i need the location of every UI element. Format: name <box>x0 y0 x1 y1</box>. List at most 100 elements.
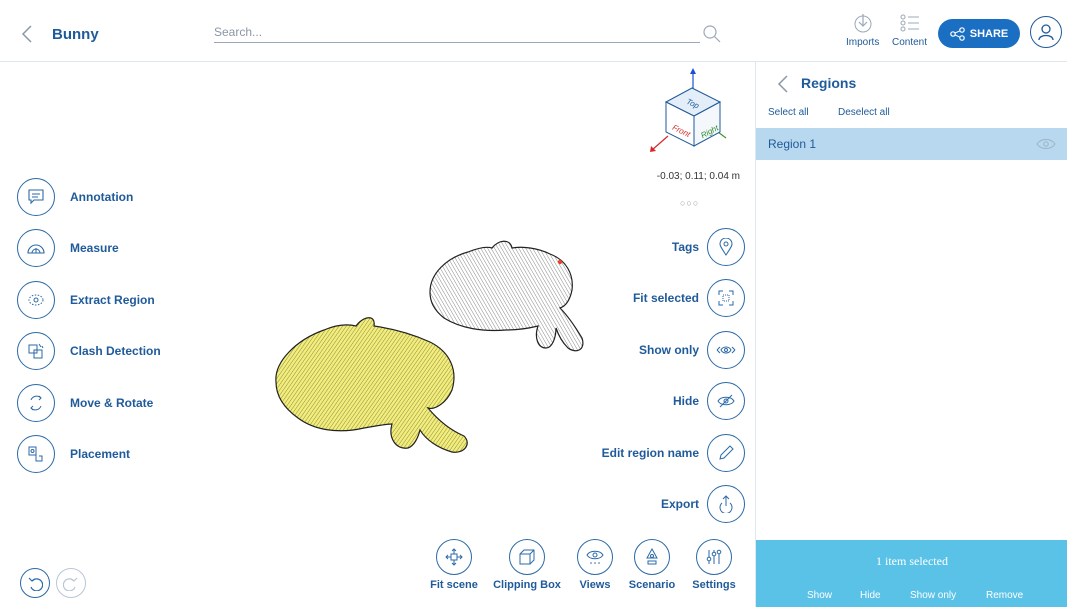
move-rotate-tool[interactable]: Move & Rotate <box>17 384 153 422</box>
export-icon <box>719 495 733 513</box>
fit-scene-icon <box>445 548 463 566</box>
fit-selected-tool[interactable]: Fit selected <box>633 279 745 317</box>
show-only-tool[interactable]: Show only <box>639 331 745 369</box>
map-pin-icon <box>719 238 733 256</box>
move-rotate-icon <box>30 395 42 411</box>
views-label: Views <box>579 579 611 591</box>
placement-icon <box>28 446 43 462</box>
fit-scene-tool[interactable]: Fit scene <box>428 539 480 591</box>
show-only-label: Show only <box>639 343 699 357</box>
deselect-all-link[interactable]: Deselect all <box>838 107 890 118</box>
share-label: SHARE <box>969 27 1009 40</box>
share-icon <box>949 26 965 41</box>
show-only-action[interactable]: Show only <box>910 590 956 601</box>
remove-action[interactable]: Remove <box>986 590 1023 601</box>
settings-tool[interactable]: Settings <box>688 539 740 591</box>
list-icon <box>900 14 919 32</box>
annotation-label: Annotation <box>70 190 134 204</box>
coordinates-readout: -0.03; 0.11; 0.04 m <box>656 171 740 182</box>
undo-icon <box>28 577 43 591</box>
extract-region-icon <box>28 294 44 306</box>
redo-button[interactable] <box>56 568 86 598</box>
move-rotate-label: Move & Rotate <box>70 396 154 410</box>
scenario-circle <box>634 539 670 575</box>
move-rotate-circle <box>17 384 55 422</box>
back-arrow-icon[interactable] <box>20 24 34 44</box>
select-all-link[interactable]: Select all <box>768 107 809 118</box>
panel-title: Regions <box>801 75 857 91</box>
selection-status: 1 item selected <box>876 554 948 568</box>
view-cube[interactable]: Top Front Right <box>648 66 730 164</box>
download-icon <box>854 14 872 33</box>
show-only-icon <box>716 346 736 354</box>
show-action[interactable]: Show <box>807 590 832 601</box>
hide-eye-icon <box>717 394 735 408</box>
placement-label: Placement <box>70 447 131 461</box>
model-bunny[interactable] <box>426 238 592 356</box>
fit-selected-label: Fit selected <box>632 291 699 305</box>
edit-region-name-circle <box>707 434 745 472</box>
clash-detection-tool[interactable]: Clash Detection <box>17 332 161 370</box>
undo-button[interactable] <box>20 568 50 598</box>
redo-icon <box>63 577 78 591</box>
edit-region-name-tool[interactable]: Edit region name <box>602 434 745 472</box>
share-button[interactable]: SHARE <box>938 19 1020 48</box>
selection-footer: 1 item selected Show Hide Show only Remo… <box>756 540 1067 607</box>
views-icon <box>586 550 604 564</box>
clipping-box-icon <box>519 549 535 565</box>
hide-circle <box>707 382 745 420</box>
scenario-label: Scenario <box>628 579 676 591</box>
user-avatar[interactable] <box>1030 16 1062 48</box>
clipping-box-tool[interactable]: Clipping Box <box>492 539 562 591</box>
annotation-circle <box>17 178 55 216</box>
tags-tool[interactable]: Tags <box>672 228 745 266</box>
user-icon <box>1038 24 1054 41</box>
clash-detection-label: Clash Detection <box>70 344 161 358</box>
export-tool[interactable]: Export <box>661 485 745 523</box>
regions-panel: Regions Select all Deselect all Region 1… <box>755 62 1067 607</box>
region-list-item[interactable]: Region 1 <box>756 128 1067 160</box>
comment-icon <box>28 189 44 205</box>
page-title: Bunny <box>52 26 99 43</box>
search-input[interactable] <box>214 21 700 43</box>
placement-circle <box>17 435 55 473</box>
fit-scene-circle <box>436 539 472 575</box>
extract-region-tool[interactable]: Extract Region <box>17 281 155 319</box>
fit-selected-circle <box>707 279 745 317</box>
views-circle <box>577 539 613 575</box>
tags-label: Tags <box>671 240 699 254</box>
placement-tool[interactable]: Placement <box>17 435 130 473</box>
imports-button[interactable]: Imports <box>846 12 879 48</box>
tag-marker[interactable] <box>557 259 563 265</box>
extract-region-label: Extract Region <box>70 293 155 307</box>
pencil-icon <box>719 445 734 460</box>
content-label: Content <box>892 37 928 48</box>
top-bar: Bunny Imports Content SHARE <box>0 0 1067 62</box>
fit-scene-label: Fit scene <box>430 579 478 591</box>
clash-detection-icon <box>28 343 44 359</box>
measure-label: Measure <box>70 241 119 255</box>
visibility-eye-icon[interactable] <box>1036 138 1056 150</box>
panel-back-arrow-icon[interactable] <box>776 74 790 94</box>
clash-detection-circle <box>17 332 55 370</box>
scenario-tool[interactable]: Scenario <box>626 539 678 591</box>
settings-sliders-icon <box>706 549 722 564</box>
annotation-tool[interactable]: Annotation <box>17 178 133 216</box>
show-only-circle <box>707 331 745 369</box>
region-label: Region 1 <box>768 137 817 151</box>
hide-label: Hide <box>672 394 699 408</box>
fit-selected-icon <box>718 290 734 306</box>
settings-label: Settings <box>692 579 736 591</box>
hide-action[interactable]: Hide <box>860 590 881 601</box>
measure-icon <box>27 244 45 254</box>
hide-tool[interactable]: Hide <box>673 382 745 420</box>
more-options-icon[interactable]: ○○○ <box>680 198 699 208</box>
measure-circle <box>17 229 55 267</box>
imports-label: Imports <box>846 37 880 48</box>
content-button[interactable]: Content <box>892 12 927 48</box>
tags-circle <box>707 228 745 266</box>
settings-circle <box>696 539 732 575</box>
search-icon[interactable] <box>702 24 722 44</box>
views-tool[interactable]: Views <box>572 539 618 591</box>
measure-tool[interactable]: Measure <box>17 229 119 267</box>
